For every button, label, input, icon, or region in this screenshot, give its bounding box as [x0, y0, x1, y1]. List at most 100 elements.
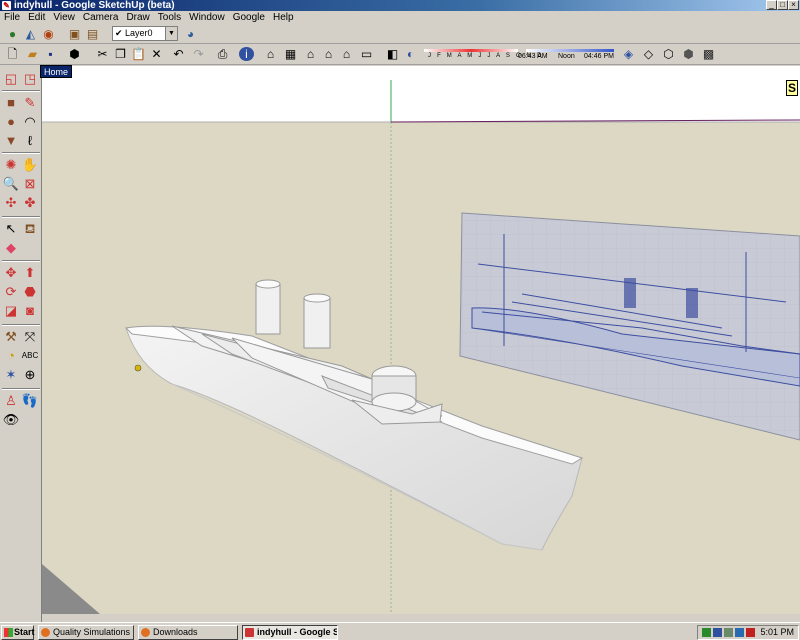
- share-model-button[interactable]: ▤: [84, 26, 101, 42]
- protractor-tool-icon[interactable]: ◔: [2, 347, 20, 365]
- copy-button[interactable]: ❐: [112, 46, 129, 62]
- globe-icon: ●: [8, 27, 17, 41]
- follow-me-tool-icon[interactable]: ⬣: [21, 283, 39, 301]
- paint-bucket-tool-icon[interactable]: ⛾: [21, 220, 39, 238]
- menu-google[interactable]: Google: [229, 11, 269, 24]
- textured-button[interactable]: ▩: [700, 46, 717, 62]
- shaded-button[interactable]: ⬢: [680, 46, 697, 62]
- left-view-button[interactable]: ▭: [358, 46, 375, 62]
- new-button[interactable]: 🗋: [4, 46, 21, 62]
- update-icon[interactable]: [713, 628, 722, 637]
- model-info-button[interactable]: i: [238, 46, 255, 62]
- date-slider[interactable]: [424, 49, 518, 52]
- layer-select[interactable]: ✔ Layer0 ▼: [112, 26, 178, 41]
- top-view-button[interactable]: ▦: [282, 46, 299, 62]
- time-slider[interactable]: [526, 49, 614, 52]
- shadow-timeline[interactable]: J F M A M J J A S O N D 06:43 AM Noon 04…: [424, 47, 614, 63]
- menu-view[interactable]: View: [49, 11, 79, 24]
- model-viewport[interactable]: [42, 66, 800, 614]
- rectangle-tool-icon[interactable]: ■: [2, 94, 20, 112]
- menu-edit[interactable]: Edit: [24, 11, 49, 24]
- wireframe-icon: ◇: [643, 47, 654, 61]
- zoom-tool-icon[interactable]: 🔍: [2, 175, 20, 193]
- task-sketchup[interactable]: indyhull - Google Sketch...: [242, 625, 338, 640]
- select-arrow-tool-icon[interactable]: ↖: [2, 220, 20, 238]
- shadow-settings-button[interactable]: ◧: [384, 46, 401, 62]
- task-downloads[interactable]: Downloads: [138, 625, 238, 640]
- rotate-tool-icon[interactable]: ⟳: [2, 283, 20, 301]
- new-file-icon: 🗋: [7, 47, 18, 61]
- front-view-button[interactable]: ⌂: [302, 46, 319, 62]
- place-model-button[interactable]: ◉: [40, 26, 57, 42]
- position-camera-tool-icon[interactable]: ♙: [2, 392, 20, 410]
- push-pull-tool-icon[interactable]: ⬆: [21, 264, 39, 282]
- tape-measure-tool-icon[interactable]: ⚒: [2, 328, 20, 346]
- chevron-down-icon[interactable]: ▼: [165, 27, 177, 40]
- antivirus-icon[interactable]: [735, 628, 744, 637]
- pan-tool-icon[interactable]: ✋: [21, 156, 39, 174]
- select-tool-icon[interactable]: ◱: [2, 70, 20, 88]
- axes-tool-icon[interactable]: ✶: [2, 366, 20, 384]
- freehand-tool-icon[interactable]: ℓ: [21, 132, 39, 150]
- messenger-icon[interactable]: [746, 628, 755, 637]
- undo-icon: ↶: [173, 47, 184, 61]
- display-shadows-button[interactable]: ◐: [402, 46, 419, 62]
- zoom-extents-tool-icon[interactable]: ✣: [2, 194, 20, 212]
- walk-tool-icon[interactable]: 👣: [21, 392, 39, 410]
- pencil-tool-icon[interactable]: ✎: [21, 94, 39, 112]
- arc-tool-icon[interactable]: ◠: [21, 113, 39, 131]
- redo-button[interactable]: ↷: [190, 46, 207, 62]
- network-icon[interactable]: [702, 628, 711, 637]
- get-models-button[interactable]: ▣: [66, 26, 83, 42]
- layer-manager-button[interactable]: ◕: [182, 26, 199, 42]
- menu-camera[interactable]: Camera: [79, 11, 123, 24]
- menu-tools[interactable]: Tools: [154, 11, 185, 24]
- right-view-button[interactable]: ⌂: [320, 46, 337, 62]
- toggle-terrain-button[interactable]: ◭: [22, 26, 39, 42]
- menu-draw[interactable]: Draw: [122, 11, 153, 24]
- close-button[interactable]: ×: [788, 0, 799, 10]
- eraser-pink-tool-icon[interactable]: ◆: [2, 239, 20, 257]
- make-component-button[interactable]: ⬢: [66, 46, 83, 62]
- scale-tool-icon[interactable]: ◪: [2, 302, 20, 320]
- save-button[interactable]: ▪: [42, 46, 59, 62]
- section-plane-tool-icon[interactable]: ⊕: [21, 366, 39, 384]
- erase-button[interactable]: ✕: [148, 46, 165, 62]
- cut-icon: ✂: [97, 47, 108, 61]
- undo-button[interactable]: ↶: [170, 46, 187, 62]
- look-around-tool-icon[interactable]: 👁: [2, 411, 20, 429]
- window-title: indyhull - Google SketchUp (beta): [14, 0, 175, 11]
- previous-view-tool-icon[interactable]: ✤: [21, 194, 39, 212]
- dimension-tool-icon[interactable]: ⤧: [21, 328, 39, 346]
- delete-x-icon: ✕: [151, 47, 162, 61]
- circle-tool-icon[interactable]: ●: [2, 113, 20, 131]
- offset-tool-icon[interactable]: ◙: [21, 302, 39, 320]
- back-view-button[interactable]: ⌂: [338, 46, 355, 62]
- cut-button[interactable]: ✂: [94, 46, 111, 62]
- text-tool-icon[interactable]: ABC: [21, 347, 39, 365]
- wireframe-button[interactable]: ◇: [640, 46, 657, 62]
- maximize-button[interactable]: □: [777, 0, 788, 10]
- orbit-tool-icon[interactable]: ✺: [2, 156, 20, 174]
- paste-button[interactable]: 📋: [130, 46, 147, 62]
- zoom-window-tool-icon[interactable]: ⊠: [21, 175, 39, 193]
- minimize-button[interactable]: _: [766, 0, 777, 10]
- polygon-tool-icon[interactable]: ▼: [2, 132, 20, 150]
- task-quality-simulations[interactable]: Quality Simulations Foru...: [38, 625, 134, 640]
- eraser-tool-icon[interactable]: ◳: [21, 70, 39, 88]
- xray-button[interactable]: ◈: [620, 46, 637, 62]
- menu-help[interactable]: Help: [269, 11, 298, 24]
- move-tool-icon[interactable]: ✥: [2, 264, 20, 282]
- axis-origin-marker: [134, 364, 142, 372]
- palette-divider: [2, 388, 40, 390]
- volume-icon[interactable]: [724, 628, 733, 637]
- hidden-line-button[interactable]: ⬡: [660, 46, 677, 62]
- iso-view-button[interactable]: ⌂: [262, 46, 279, 62]
- open-button[interactable]: ▰: [24, 46, 41, 62]
- tool-palette: ◱ ◳ ■ ✎ ● ◠ ▼ ℓ ✺ ✋ 🔍 ⊠ ✣ ✤ ↖ ⛾ ◆ ✥ ⬆ ⟳ …: [0, 66, 42, 626]
- get-current-view-button[interactable]: ●: [4, 26, 21, 42]
- menu-window[interactable]: Window: [185, 11, 229, 24]
- print-button[interactable]: ⎙: [214, 46, 231, 62]
- menu-file[interactable]: File: [0, 11, 24, 24]
- start-button[interactable]: Start: [1, 625, 35, 640]
